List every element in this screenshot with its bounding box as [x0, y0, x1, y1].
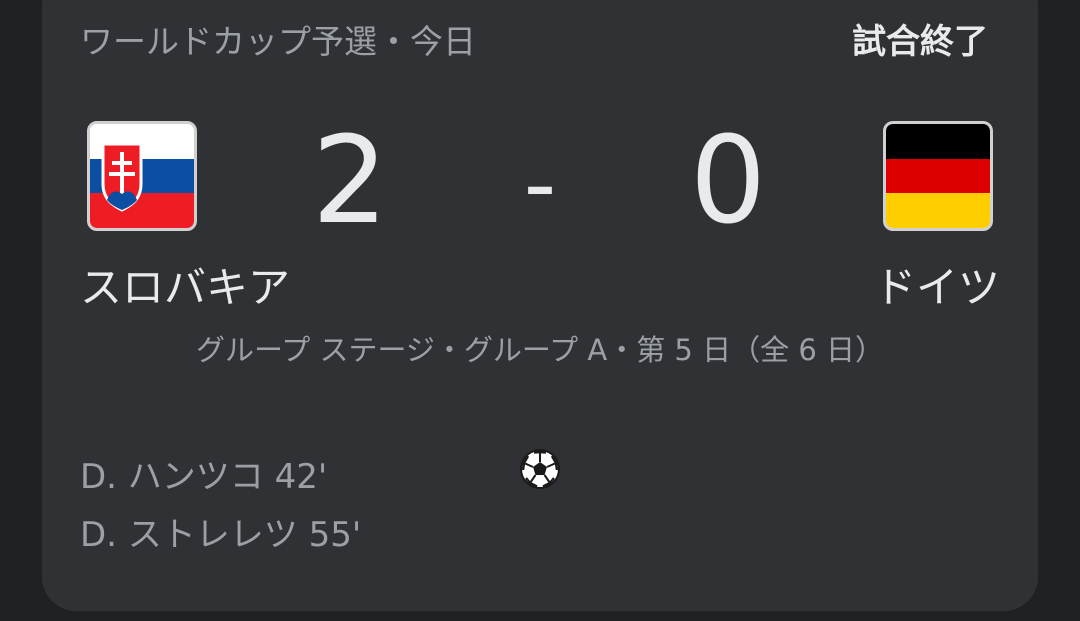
score-separator: -: [523, 132, 557, 237]
germany-flag-icon: [883, 121, 993, 231]
home-team-name[interactable]: スロバキア: [80, 262, 290, 314]
slovakia-flag-icon: [87, 121, 197, 231]
stage-info: グループ ステージ・グループ A・第 5 日（全 6 日）: [196, 333, 884, 367]
away-score: 0: [689, 112, 767, 251]
soccer-ball-icon: [519, 448, 561, 490]
away-team-name[interactable]: ドイツ: [874, 262, 1000, 314]
scorer-entry: D. ハンツコ 42': [80, 457, 328, 497]
match-status: 試合終了: [852, 22, 988, 62]
scorer-entry: D. ストレレツ 55': [80, 515, 362, 555]
home-scorers-list: D. ハンツコ 42' D. ストレレツ 55': [80, 448, 361, 564]
home-score: 2: [311, 112, 389, 251]
competition-label: ワールドカップ予選・今日: [80, 22, 476, 61]
